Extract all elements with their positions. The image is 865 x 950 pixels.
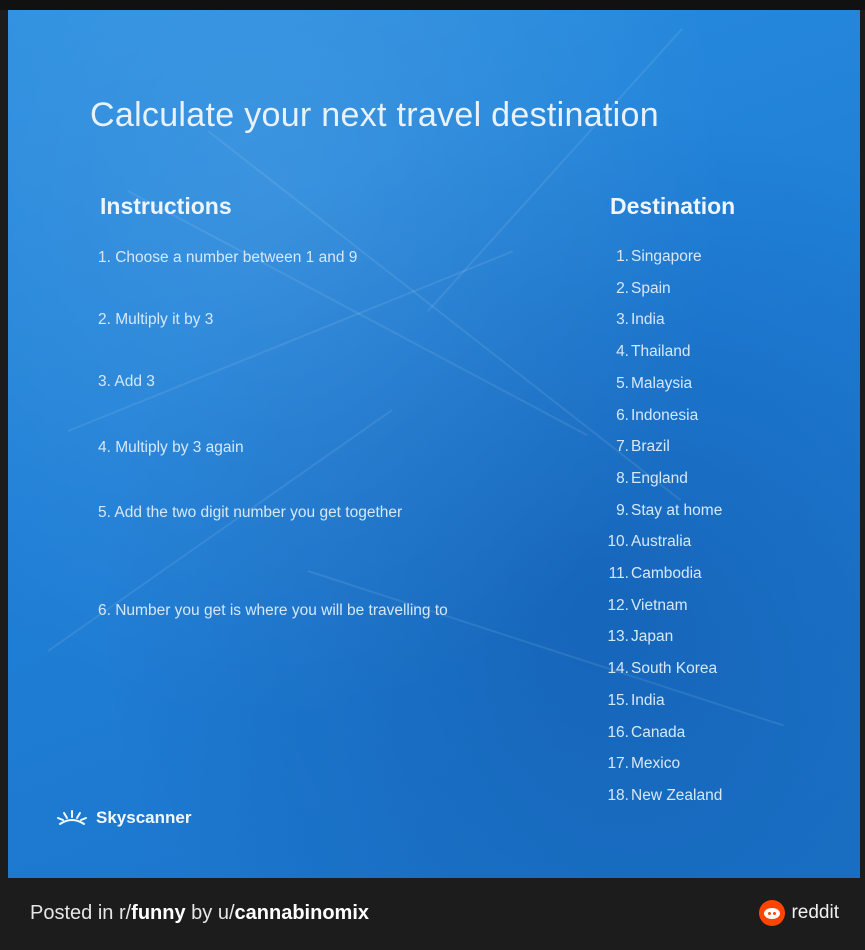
post-footer: Posted in r/funny by u/cannabinomix redd… bbox=[0, 878, 865, 950]
destination-item: 4. Thailand bbox=[593, 341, 690, 373]
destination-name: Thailand bbox=[631, 343, 691, 361]
destination-name: New Zealand bbox=[631, 786, 723, 804]
destination-item: 8. England bbox=[593, 468, 688, 500]
reddit-logo-icon bbox=[759, 900, 786, 926]
destination-name: Stay at home bbox=[631, 501, 723, 519]
subreddit-link[interactable]: funny bbox=[131, 902, 185, 924]
reddit-label: reddit bbox=[791, 902, 839, 923]
poster-image: Calculate your next travel destination I… bbox=[8, 10, 860, 878]
destination-name: Spain bbox=[631, 279, 671, 297]
destination-item: 9. Stay at home bbox=[593, 500, 722, 532]
username-link[interactable]: cannabinomix bbox=[235, 902, 369, 924]
destination-name: Mexico bbox=[631, 755, 681, 773]
leaf-streak bbox=[307, 570, 784, 727]
instruction-step: 1. Choose a number between 1 and 9 bbox=[98, 249, 358, 266]
destination-number: 6. bbox=[616, 406, 629, 424]
instruction-step: 6. Number you get is where you will be t… bbox=[98, 602, 448, 619]
destination-number: 13. bbox=[607, 628, 629, 646]
destination-heading: Destination bbox=[610, 193, 736, 219]
destination-name: Canada bbox=[631, 723, 686, 741]
destination-number: 15. bbox=[607, 691, 629, 709]
instruction-step: 2. Multiply it by 3 bbox=[98, 311, 214, 328]
poster-title: Calculate your next travel destination bbox=[90, 96, 659, 134]
destination-number: 12. bbox=[607, 596, 629, 614]
instructions-heading: Instructions bbox=[100, 193, 232, 219]
destination-number: 8. bbox=[616, 469, 629, 487]
destination-number: 14. bbox=[607, 660, 629, 678]
top-border bbox=[0, 0, 865, 10]
destination-item: 12. Vietnam bbox=[593, 595, 688, 627]
destination-number: 9. bbox=[616, 501, 629, 519]
destination-name: Brazil bbox=[631, 438, 670, 456]
post-frame: Calculate your next travel destination I… bbox=[0, 0, 865, 950]
destination-name: Malaysia bbox=[631, 374, 693, 392]
destination-name: Indonesia bbox=[631, 406, 699, 424]
instruction-step: 5. Add the two digit number you get toge… bbox=[98, 504, 403, 521]
posted-attribution: Posted in r/funny by u/cannabinomix bbox=[30, 902, 369, 925]
destination-number: 11. bbox=[608, 565, 629, 582]
destination-number: 3. bbox=[616, 311, 629, 329]
destination-item: 15. India bbox=[593, 690, 665, 722]
destination-name: India bbox=[631, 311, 665, 329]
instruction-step: 3. Add 3 bbox=[98, 373, 155, 390]
destination-item: 1. Singapore bbox=[593, 246, 702, 278]
destination-name: Japan bbox=[631, 628, 674, 646]
destination-item: 13. Japan bbox=[593, 626, 673, 658]
destination-number: 1. bbox=[616, 248, 629, 265]
destination-number: 16. bbox=[607, 723, 629, 741]
destination-name: Cambodia bbox=[631, 565, 702, 582]
destination-item: 16. Canada bbox=[593, 722, 685, 754]
destination-number: 10. bbox=[607, 533, 629, 551]
destination-name: India bbox=[631, 691, 665, 709]
destination-item: 11. Cambodia bbox=[593, 563, 702, 595]
destination-item: 17. Mexico bbox=[593, 753, 680, 785]
destination-number: 2. bbox=[616, 279, 629, 297]
posted-prefix: Posted in r/ bbox=[30, 902, 132, 924]
reddit-brand[interactable]: reddit bbox=[759, 900, 839, 926]
destination-number: 17. bbox=[607, 755, 629, 773]
skyscanner-logo: Skyscanner bbox=[56, 808, 191, 828]
instruction-step: 4. Multiply by 3 again bbox=[98, 439, 244, 456]
destination-item: 5. Malaysia bbox=[593, 373, 692, 405]
destination-item: 3. India bbox=[593, 309, 665, 341]
destination-name: Singapore bbox=[631, 248, 702, 265]
skyscanner-sunrise-icon bbox=[57, 810, 87, 825]
destination-name: Vietnam bbox=[631, 596, 688, 614]
destination-item: 2. Spain bbox=[593, 278, 671, 310]
brand-name: Skyscanner bbox=[96, 808, 192, 827]
destination-name: Australia bbox=[631, 533, 692, 551]
destination-item: 18. New Zealand bbox=[593, 785, 722, 817]
destination-number: 18. bbox=[607, 786, 629, 804]
posted-by-text: by u/ bbox=[185, 902, 235, 924]
destination-name: South Korea bbox=[631, 660, 718, 678]
destination-number: 7. bbox=[616, 438, 629, 456]
destination-item: 7. Brazil bbox=[593, 436, 670, 468]
destination-item: 14. South Korea bbox=[593, 658, 717, 690]
destination-item: 6. Indonesia bbox=[593, 405, 698, 437]
destination-item: 10. Australia bbox=[593, 531, 691, 563]
destination-name: England bbox=[631, 469, 688, 487]
destination-number: 5. bbox=[616, 374, 629, 392]
destination-number: 4. bbox=[616, 343, 629, 361]
